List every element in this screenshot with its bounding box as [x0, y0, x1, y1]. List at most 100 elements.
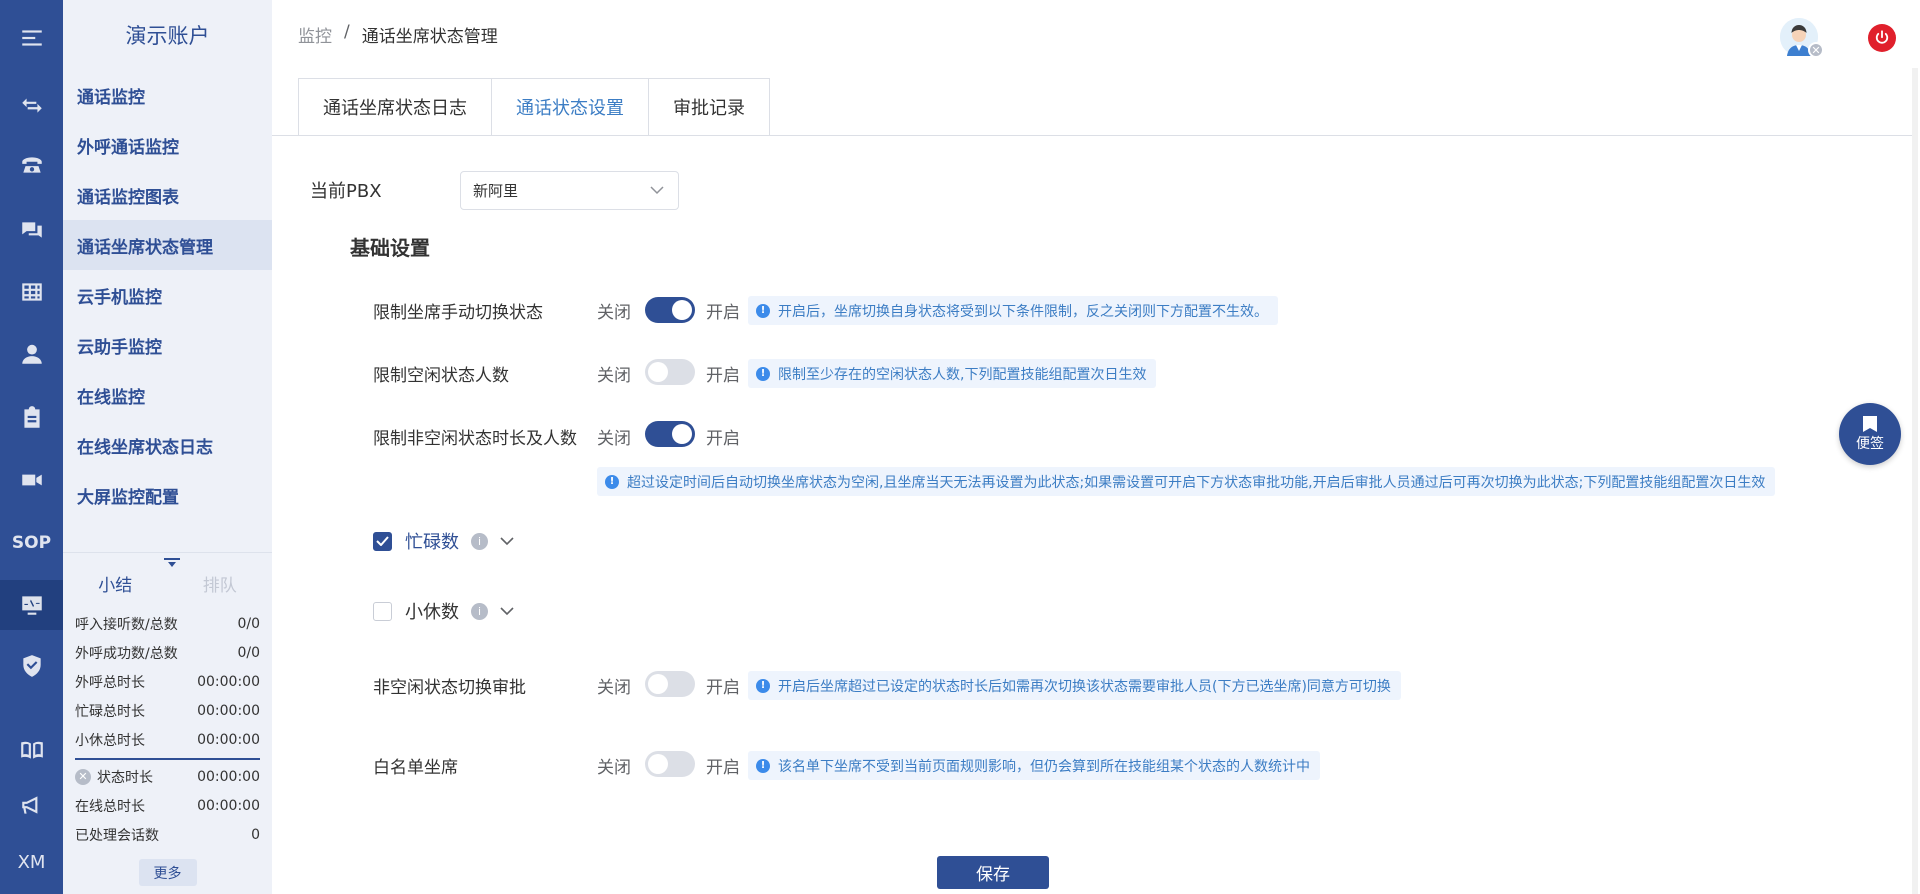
summary-panel: 小结 排队 呼入接听数/总数 0/0 外呼成功数/总数 0/0 外呼总时长 00:00… [63, 552, 272, 894]
switch-on-label: 开启 [706, 678, 740, 698]
notes-button[interactable]: 便签 [1839, 403, 1901, 465]
chevron-down-icon[interactable] [500, 606, 514, 616]
summary-row: 外呼总时长 00:00:00 [75, 673, 260, 691]
rest-count-label: 小休数 [405, 602, 459, 623]
tip-text: ! 开启后坐席超过已设定的状态时长后如需再次切换该状态需要审批人员(下方已选坐席)… [748, 671, 1401, 700]
transfer-icon[interactable] [0, 80, 63, 130]
tip-text: ! 超过设定时间后自动切换坐席状态为空闲,且坐席当天无法再设置为此状态;如果需设置… [597, 467, 1776, 496]
avatar[interactable]: ✕ [1780, 18, 1824, 58]
summary-rows: 呼入接听数/总数 0/0 外呼成功数/总数 0/0 外呼总时长 00:00:00 忙碌… [63, 603, 272, 849]
user-icon[interactable] [0, 329, 63, 379]
whitelist-agent-toggle[interactable] [645, 751, 695, 777]
rest-count-checkbox[interactable] [373, 601, 392, 621]
row-label: 白名单坐席 [373, 758, 458, 778]
chat-icon[interactable] [0, 205, 63, 255]
checkmark-icon [376, 536, 389, 546]
power-button[interactable] [1868, 24, 1896, 52]
switch-on-label: 开启 [706, 303, 740, 323]
notes-label: 便签 [1856, 436, 1884, 452]
phone-icon[interactable] [0, 140, 63, 190]
restrict-manual-switch-toggle[interactable] [645, 297, 695, 323]
tab-approval-records[interactable]: 审批记录 [648, 78, 770, 136]
tab-status-settings[interactable]: 通话状态设置 [491, 78, 649, 136]
sidebar-item-screen-config[interactable]: 大屏监控配置 [63, 470, 272, 520]
switch-off-label: 关闭 [597, 303, 631, 323]
clipboard-icon[interactable] [0, 393, 63, 443]
switch-on-label: 开启 [706, 758, 740, 778]
sidebar-item-cloud-phone[interactable]: 云手机监控 [63, 270, 272, 320]
row-label: 非空闲状态切换审批 [373, 678, 526, 698]
info-icon[interactable]: i [471, 602, 488, 620]
restrict-idle-count-toggle[interactable] [645, 359, 695, 385]
summary-row: 外呼成功数/总数 0/0 [75, 644, 260, 662]
top-header: 监控 / 通话坐席状态管理 ✕ [272, 0, 1920, 68]
summary-row: ✕ 状态时长 00:00:00 [75, 762, 260, 791]
sidebar-item-outbound-monitor[interactable]: 外呼通话监控 [63, 120, 272, 170]
tab-bar: 通话坐席状态日志 通话状态设置 审批记录 [298, 78, 770, 136]
tab-status-log[interactable]: 通话坐席状态日志 [298, 78, 492, 136]
bookmark-icon [1863, 416, 1877, 432]
sidebar-item-agent-status[interactable]: 通话坐席状态管理 [63, 220, 272, 270]
tip-text: ! 限制至少存在的空闲状态人数,下列配置技能组配置次日生效 [748, 359, 1157, 388]
info-icon: ! [756, 366, 770, 381]
summary-row: 呼入接听数/总数 0/0 [75, 615, 260, 633]
status-badge: ✕ [1808, 42, 1824, 58]
section-title: 基础设置 [350, 236, 430, 260]
sidebar-item-online-agent-log[interactable]: 在线坐席状态日志 [63, 420, 272, 470]
rest-count-checkbox-row[interactable]: 小休数 i [373, 598, 514, 624]
video-camera-icon[interactable] [0, 455, 63, 505]
busy-count-label: 忙碌数 [405, 532, 459, 553]
page-scrollbar[interactable] [1912, 68, 1918, 894]
busy-count-checkbox[interactable] [373, 531, 392, 551]
switch-on-label: 开启 [706, 366, 740, 386]
monitor-icon[interactable] [0, 580, 63, 630]
summary-row: 忙碌总时长 00:00:00 [75, 702, 260, 720]
tip-text: ! 开启后，坐席切换自身状态将受到以下条件限制，反之关闭则下方配置不生效。 [748, 296, 1278, 325]
grid-icon[interactable] [0, 267, 63, 317]
non-idle-approval-toggle[interactable] [645, 671, 695, 697]
summary-tab-queue[interactable]: 排队 [168, 553, 273, 603]
sop-icon[interactable]: SOP [0, 518, 63, 568]
info-icon[interactable]: i [471, 532, 488, 550]
sidebar-item-cloud-assistant[interactable]: 云助手监控 [63, 320, 272, 370]
megaphone-icon[interactable] [0, 780, 63, 830]
breadcrumb-current: 通话坐席状态管理 [361, 27, 498, 47]
switch-off-label: 关闭 [597, 678, 631, 698]
sidebar-item-call-monitor[interactable]: 通话监控 [63, 70, 272, 120]
close-circle-icon: ✕ [75, 768, 91, 785]
more-button[interactable]: 更多 [138, 859, 197, 886]
info-icon: ! [756, 678, 770, 693]
shield-icon[interactable] [0, 641, 63, 691]
pbx-label: 当前PBX [310, 181, 382, 202]
breadcrumb-item[interactable]: 监控 [298, 22, 332, 47]
menu-toggle-icon[interactable] [0, 13, 63, 63]
switch-off-label: 关闭 [597, 429, 631, 449]
summary-divider [75, 758, 260, 760]
save-button[interactable]: 保存 [937, 856, 1049, 889]
row-label: 限制坐席手动切换状态 [373, 303, 543, 323]
chevron-down-icon [650, 186, 664, 195]
summary-tab-summary[interactable]: 小结 [63, 553, 168, 603]
sidebar-item-online-monitor[interactable]: 在线监控 [63, 370, 272, 420]
breadcrumb: 监控 / 通话坐席状态管理 [298, 22, 498, 47]
collapse-caret-icon[interactable] [164, 558, 180, 568]
icon-rail: SOP XM [0, 0, 63, 894]
sidebar-item-monitor-chart[interactable]: 通话监控图表 [63, 170, 272, 220]
xm-icon[interactable]: XM [0, 837, 63, 887]
book-icon[interactable] [0, 725, 63, 775]
tip-text: ! 该名单下坐席不受到当前页面规则影响，但仍会算到所在技能组某个状态的人数统计中 [748, 751, 1320, 780]
summary-row: 小休总时长 00:00:00 [75, 731, 260, 749]
app-root: SOP XM 演示账户 通话监控 外呼通话监控 通话监控图表 通话坐席状态管理 … [0, 0, 1920, 894]
chevron-down-icon[interactable] [500, 536, 514, 546]
switch-off-label: 关闭 [597, 758, 631, 778]
summary-row: 已处理会话数 0 [75, 826, 260, 844]
tabs-divider [272, 135, 1912, 136]
info-icon: ! [756, 303, 770, 318]
pbx-select-value: 新阿里 [473, 182, 519, 200]
row-label: 限制空闲状态人数 [373, 366, 509, 386]
pbx-select[interactable]: 新阿里 [460, 171, 679, 210]
busy-count-checkbox-row[interactable]: 忙碌数 i [373, 528, 514, 554]
summary-row: 在线总时长 00:00:00 [75, 797, 260, 815]
sub-sidebar: 演示账户 通话监控 外呼通话监控 通话监控图表 通话坐席状态管理 云手机监控 云… [63, 0, 272, 894]
restrict-non-idle-toggle[interactable] [645, 421, 695, 447]
